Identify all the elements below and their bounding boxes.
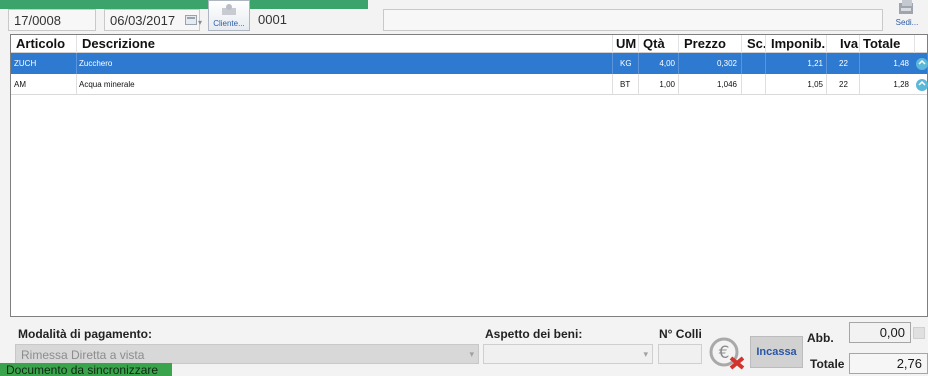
col-header-um[interactable]: UM — [616, 36, 636, 52]
payment-label: Modalità di pagamento: — [18, 327, 153, 341]
table-row[interactable]: AM Acqua minerale BT 1,00 1,046 1,05 22 … — [11, 74, 928, 95]
cell-imponib: 1,21 — [807, 59, 823, 68]
sedi-icon — [899, 0, 913, 14]
col-header-articolo[interactable]: Articolo — [16, 36, 65, 52]
col-header-descrizione[interactable]: Descrizione — [82, 36, 155, 52]
aspect-label: Aspetto dei beni: — [485, 327, 583, 341]
client-code: 0001 — [258, 12, 287, 27]
cell-articolo: AM — [14, 80, 26, 89]
cell-um: KG — [620, 59, 632, 68]
row-edit-icon[interactable] — [914, 76, 928, 92]
client-icon — [222, 4, 236, 15]
col-header-qta[interactable]: Qtà — [643, 36, 665, 52]
abb-value: 0,00 — [879, 325, 905, 340]
abb-field[interactable]: 0,00 — [849, 322, 911, 343]
top-accent-bar — [0, 0, 368, 9]
client-name-field — [383, 9, 883, 31]
cell-prezzo: 1,046 — [716, 80, 737, 89]
payment-method-select[interactable]: Rimessa Diretta a vista ▾ — [15, 344, 479, 364]
cell-articolo: ZUCH — [14, 59, 37, 68]
status-bar: Documento da sincronizzare — [0, 363, 172, 376]
col-header-imponib[interactable]: Imponib. — [771, 36, 825, 52]
incassa-label: Incassa — [756, 346, 797, 358]
col-header-sc[interactable]: Sc. — [747, 36, 767, 52]
col-header-iva[interactable]: Iva — [840, 36, 858, 52]
abb-label: Abb. — [807, 331, 834, 345]
cell-descrizione: Acqua minerale — [79, 80, 135, 89]
document-lines-grid[interactable]: Articolo Descrizione UM Qtà Prezzo Sc. I… — [10, 34, 928, 317]
grid-header: Articolo Descrizione UM Qtà Prezzo Sc. I… — [11, 35, 927, 53]
totale-value: 2,76 — [896, 356, 922, 371]
cell-iva: 22 — [839, 59, 848, 68]
cell-totale: 1,48 — [893, 59, 909, 68]
cell-um: BT — [620, 80, 631, 89]
row-edit-icon[interactable] — [914, 55, 928, 71]
doc-number-value: 17/0008 — [14, 13, 61, 28]
colli-label: N° Colli — [659, 327, 702, 341]
aspect-select[interactable]: ▾ — [483, 344, 653, 364]
calendar-icon[interactable] — [185, 15, 197, 25]
chevron-down-icon: ▾ — [643, 349, 648, 359]
col-header-prezzo[interactable]: Prezzo — [684, 36, 726, 52]
incassa-button[interactable]: Incassa — [750, 336, 803, 368]
client-button[interactable]: Cliente... — [208, 0, 250, 31]
status-text: Documento da sincronizzare — [6, 363, 159, 376]
cell-descrizione: Zucchero — [79, 59, 113, 68]
chevron-down-icon: ▾ — [469, 349, 474, 359]
cell-qta: 4,00 — [659, 59, 675, 68]
sedi-button[interactable]: Sedi... — [890, 0, 924, 30]
colli-field[interactable] — [658, 344, 702, 364]
cell-totale: 1,28 — [893, 80, 909, 89]
date-field[interactable]: 06/03/2017 ▾ — [104, 9, 202, 31]
doc-number-field[interactable]: 17/0008 — [8, 9, 96, 31]
sedi-label: Sedi... — [895, 18, 919, 27]
col-header-totale[interactable]: Totale — [863, 36, 900, 52]
cell-imponib: 1,05 — [807, 80, 823, 89]
cell-qta: 1,00 — [659, 80, 675, 89]
payment-method-value: Rimessa Diretta a vista — [21, 348, 145, 362]
client-button-label: Cliente... — [213, 19, 245, 28]
svg-text:€: € — [719, 343, 730, 363]
euro-cancel-icon[interactable]: € — [706, 334, 748, 370]
totale-label: Totale — [810, 357, 845, 371]
table-row[interactable]: ZUCH Zucchero KG 4,00 0,302 1,21 22 1,48 — [11, 53, 928, 74]
date-value: 06/03/2017 — [110, 13, 176, 28]
abb-action-icon[interactable] — [913, 327, 925, 339]
totale-field: 2,76 — [849, 353, 928, 374]
date-dropdown-chevron-icon[interactable]: ▾ — [198, 15, 202, 31]
cell-prezzo: 0,302 — [716, 59, 737, 68]
cell-iva: 22 — [839, 80, 848, 89]
